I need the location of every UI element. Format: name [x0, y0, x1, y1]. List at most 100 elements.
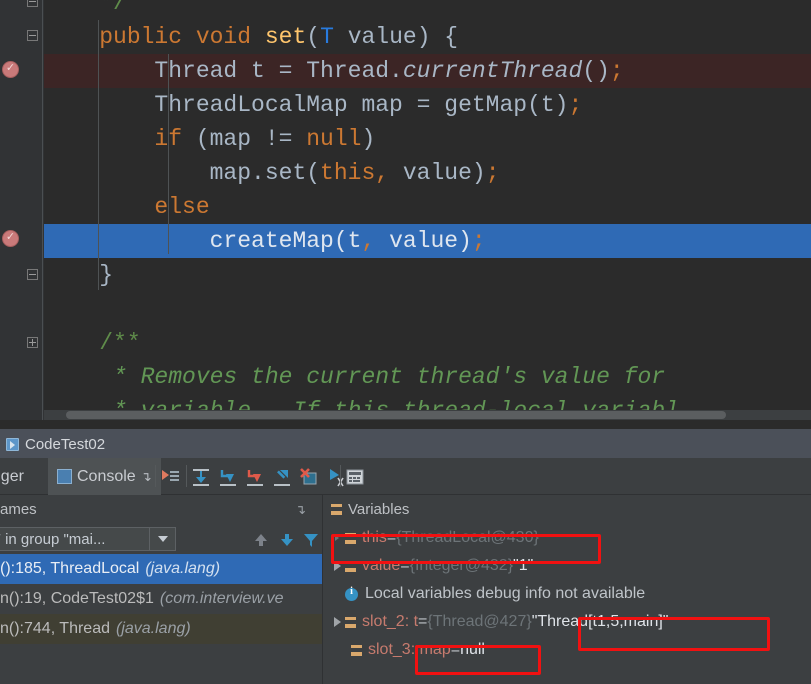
code-token: /**: [44, 330, 141, 356]
variables-message: Local variables debug info not available: [365, 585, 646, 602]
fold-marker-collapse-icon[interactable]: [27, 30, 38, 41]
info-icon: [345, 586, 358, 601]
console-icon: [57, 469, 72, 484]
code-token: ThreadLocalMap map = getMap(t): [44, 92, 569, 118]
code-token: ;: [485, 160, 500, 186]
code-editor[interactable]: */ public void set(T value) { Thread t =…: [0, 0, 811, 420]
code-token: * Removes the current thread's value for: [44, 364, 666, 390]
code-line[interactable]: public void set(T value) {: [0, 20, 811, 54]
stack-frame-row[interactable]: n():19, CodeTest02$1 (com.interview.ve: [0, 584, 322, 614]
fold-marker-collapse-icon[interactable]: [27, 0, 38, 7]
code-line-text: createMap(t, value);: [44, 224, 486, 258]
stack-frame-row[interactable]: ():185, ThreadLocal (java.lang): [0, 554, 322, 584]
code-token: null: [306, 126, 362, 152]
variable-row-message: Local variables debug info not available: [323, 580, 811, 608]
code-line[interactable]: else: [0, 190, 811, 224]
code-token: ,: [361, 228, 376, 254]
run-config-icon: [6, 437, 19, 451]
scrollbar-thumb[interactable]: [66, 411, 726, 419]
variable-value: "1": [513, 557, 534, 574]
variables-header-label: Variables: [348, 501, 410, 518]
code-token: value): [389, 160, 486, 186]
variables-panel-header: Variables: [331, 495, 409, 524]
code-token: createMap(t: [44, 228, 362, 254]
tab-debugger-label: ugger: [0, 467, 24, 485]
chevron-down-icon[interactable]: [149, 528, 175, 550]
fold-marker-expand-icon[interactable]: [27, 337, 38, 348]
variable-equals: =: [400, 557, 410, 574]
code-token: ,: [375, 160, 390, 186]
thread-selector-value: 1"@427 in group "mai...: [0, 530, 106, 548]
code-token: currentThread: [402, 58, 583, 84]
breakpoint-icon[interactable]: [2, 61, 19, 78]
code-token: public: [44, 24, 196, 50]
code-token: (): [582, 58, 610, 84]
code-line[interactable]: [0, 292, 811, 326]
frames-down-button[interactable]: [276, 529, 297, 550]
toolbar-separator: [155, 465, 156, 487]
force-step-into-icon[interactable]: [244, 466, 266, 488]
frames-settings-icon[interactable]: ↴: [295, 502, 306, 518]
step-out-icon[interactable]: [271, 466, 293, 488]
indent-guide: [168, 54, 169, 254]
toolbar-separator: [340, 465, 341, 487]
code-line[interactable]: ThreadLocalMap map = getMap(t);: [0, 88, 811, 122]
code-token: value): [375, 228, 472, 254]
show-execution-point-icon[interactable]: [159, 466, 181, 488]
code-token: ;: [471, 228, 486, 254]
code-line[interactable]: createMap(t, value);: [0, 224, 811, 258]
variable-row-value[interactable]: value = {Integer@432} "1": [323, 552, 811, 580]
field-icon: [345, 616, 356, 628]
editor-horizontal-scrollbar[interactable]: [44, 410, 811, 420]
thread-selector-dropdown[interactable]: 1"@427 in group "mai...: [0, 527, 176, 551]
ide-window: */ public void set(T value) { Thread t =…: [0, 0, 811, 684]
code-token: (map !=: [195, 126, 307, 152]
code-line-text: if (map != null): [44, 122, 375, 156]
evaluate-expression-icon[interactable]: [344, 466, 366, 488]
code-line[interactable]: */: [0, 0, 811, 20]
step-over-icon[interactable]: [190, 466, 212, 488]
stack-frame-package: (com.interview.ve: [159, 590, 284, 607]
stack-frame-package: (java.lang): [116, 620, 191, 637]
code-line[interactable]: * Removes the current thread's value for: [0, 360, 811, 394]
code-line[interactable]: }: [0, 258, 811, 292]
expand-arrow-icon[interactable]: [329, 524, 345, 552]
variable-row-this[interactable]: this = {ThreadLocal@430}: [323, 524, 811, 552]
stack-frames-list[interactable]: ():185, ThreadLocal (java.lang) n():19, …: [0, 554, 322, 684]
frames-up-button[interactable]: [250, 529, 271, 550]
code-line[interactable]: map.set(this, value);: [0, 156, 811, 190]
variable-name: slot_3: map: [368, 641, 451, 658]
code-token: (: [306, 24, 321, 50]
pin-tab-icon[interactable]: ↴: [141, 469, 152, 485]
code-token: T: [320, 24, 334, 50]
debug-tool-window: CodeTest02 ugger Console ↴: [0, 428, 811, 684]
code-line[interactable]: /**: [0, 326, 811, 360]
frames-header-label: ames: [0, 501, 37, 518]
variable-equals: =: [386, 529, 397, 546]
run-configuration-tabbar: CodeTest02: [0, 428, 811, 458]
code-token: value) {: [333, 24, 459, 50]
code-line-text: Thread t = Thread.currentThread();: [44, 54, 623, 88]
code-line[interactable]: if (map != null): [0, 122, 811, 156]
variable-row-slot2[interactable]: slot_2: t = {Thread@427} "Thread[t1,5,ma…: [323, 608, 811, 636]
breakpoint-icon[interactable]: [2, 230, 19, 247]
frames-filter-button[interactable]: [300, 529, 321, 550]
variable-equals: =: [418, 613, 428, 630]
run-configuration-tab[interactable]: CodeTest02: [0, 429, 117, 459]
code-token: this: [320, 160, 376, 186]
tab-console[interactable]: Console ↴: [48, 458, 161, 495]
drop-frame-icon[interactable]: [298, 466, 320, 488]
expand-arrow-icon[interactable]: [329, 608, 345, 636]
indent-guide: [98, 20, 99, 290]
code-token: */: [44, 0, 127, 16]
code-line[interactable]: Thread t = Thread.currentThread();: [0, 54, 811, 88]
step-into-icon[interactable]: [217, 466, 239, 488]
fold-marker-collapse-icon[interactable]: [27, 269, 38, 280]
variable-row-slot3[interactable]: slot_3: map = null: [323, 636, 811, 664]
expand-arrow-icon[interactable]: [329, 552, 345, 580]
stack-frame-row[interactable]: n():744, Thread (java.lang): [0, 614, 322, 644]
tab-debugger[interactable]: ugger: [0, 458, 33, 495]
variable-equals: =: [450, 641, 461, 658]
stack-frame-label: n():19, CodeTest02$1: [0, 590, 154, 607]
run-configuration-label: CodeTest02: [25, 435, 106, 453]
